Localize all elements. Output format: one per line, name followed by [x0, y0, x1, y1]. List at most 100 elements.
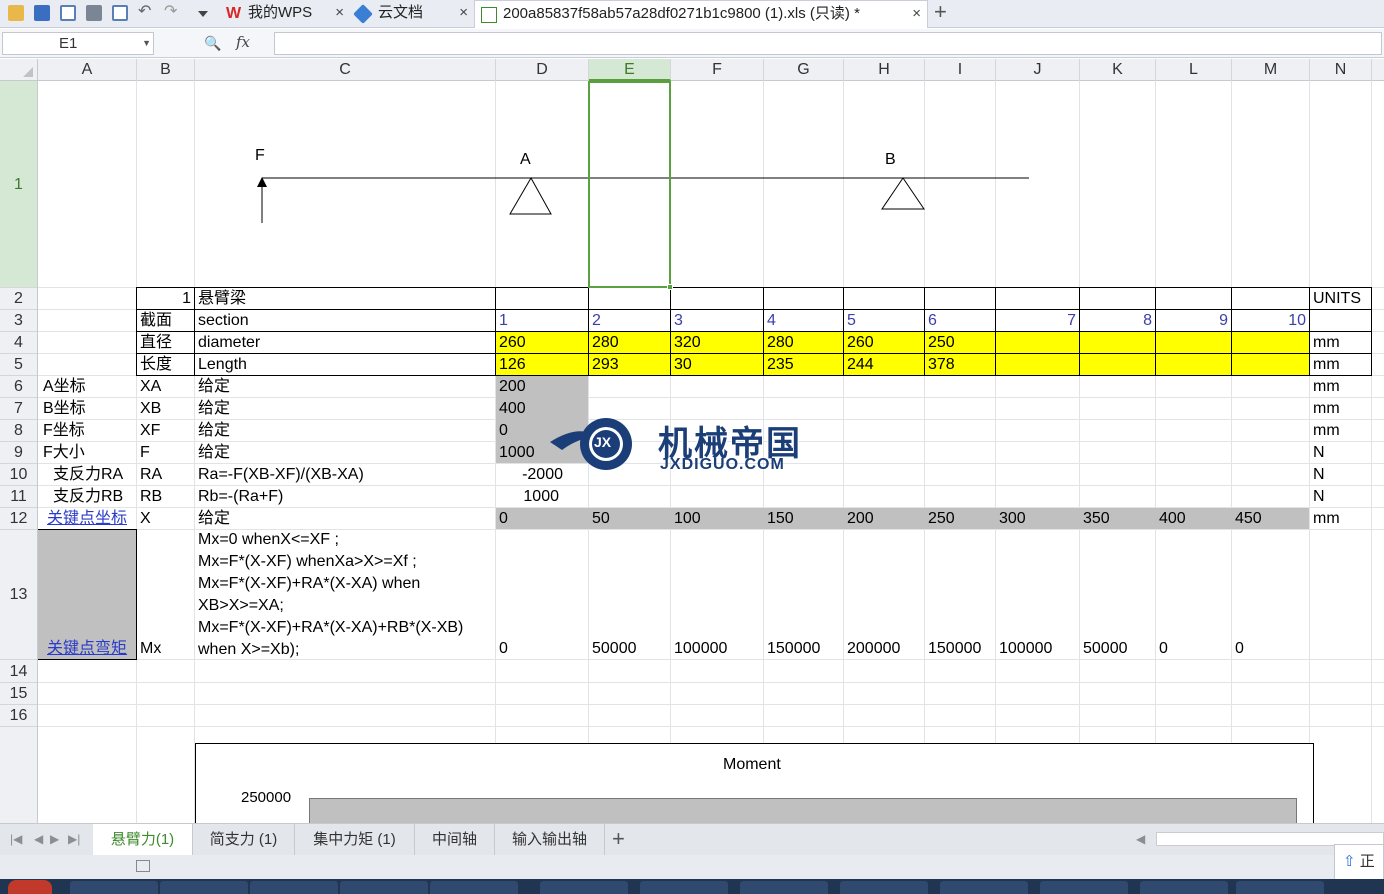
cell-d13[interactable]: 0	[496, 638, 508, 660]
column-header-j[interactable]: J	[996, 59, 1080, 81]
cell-e4[interactable]: 280	[589, 332, 619, 354]
taskbar-app[interactable]	[640, 881, 728, 894]
cell-j3[interactable]: 7	[996, 310, 1079, 332]
close-icon[interactable]: ×	[335, 0, 344, 26]
cell-f5[interactable]: 30	[671, 354, 692, 376]
scroll-left-icon[interactable]: ◀	[1136, 832, 1145, 846]
column-header-d[interactable]: D	[496, 59, 589, 81]
cell-g5[interactable]: 235	[764, 354, 794, 376]
cell-h13[interactable]: 200000	[844, 638, 900, 660]
cell-c2[interactable]: 悬臂梁	[195, 288, 246, 310]
moment-chart[interactable]: Moment 250000	[195, 743, 1314, 823]
row-header-2[interactable]: 2	[0, 288, 37, 310]
cell-b13[interactable]: Mx	[137, 638, 161, 660]
cell-a9[interactable]: F大小	[40, 442, 85, 464]
row-header-4[interactable]: 4	[0, 332, 37, 354]
taskbar-app[interactable]	[740, 881, 828, 894]
cell-d8[interactable]: 0	[496, 420, 508, 442]
cell-n8[interactable]: mm	[1310, 420, 1340, 442]
cell-e13[interactable]: 50000	[589, 638, 637, 660]
taskbar-app[interactable]	[540, 881, 628, 894]
chevron-down-icon[interactable]: ▼	[142, 33, 151, 54]
cell-n10[interactable]: N	[1310, 464, 1325, 486]
save-icon[interactable]	[34, 5, 50, 21]
cell-n9[interactable]: N	[1310, 442, 1325, 464]
row-header-3[interactable]: 3	[0, 310, 37, 332]
cell-d5[interactable]: 126	[496, 354, 526, 376]
cell-c10[interactable]: Ra=-F(XB-XF)/(XB-XA)	[195, 464, 364, 486]
cell-e3[interactable]: 2	[589, 310, 601, 332]
tab-spreadsheet[interactable]: 200a85837f58ab57a28df0271b1c9800 (1).xls…	[474, 0, 928, 28]
cell-h5[interactable]: 244	[844, 354, 874, 376]
cell-f3[interactable]: 3	[671, 310, 683, 332]
cell-a11[interactable]: 支反力RB	[50, 486, 123, 508]
close-icon[interactable]: ×	[459, 0, 468, 26]
column-header-a[interactable]: A	[38, 59, 137, 81]
cell-j13[interactable]: 100000	[996, 638, 1052, 660]
cell-m3[interactable]: 10	[1232, 310, 1309, 332]
cell-b10[interactable]: RA	[137, 464, 162, 486]
column-header-m[interactable]: M	[1232, 59, 1310, 81]
cell-n7[interactable]: mm	[1310, 398, 1340, 420]
cell-d12[interactable]: 0	[496, 508, 508, 530]
cell-h4[interactable]: 260	[844, 332, 874, 354]
cell-i12[interactable]: 250	[925, 508, 955, 530]
cell-n5[interactable]: mm	[1310, 354, 1340, 376]
cell-m12[interactable]: 450	[1232, 508, 1262, 530]
taskbar-app[interactable]	[1236, 881, 1324, 894]
row-header-11[interactable]: 11	[0, 486, 37, 508]
cell-b3[interactable]: 截面	[137, 310, 172, 332]
customize-dropdown-icon[interactable]	[198, 11, 208, 17]
column-header-e[interactable]: E	[589, 59, 671, 81]
cell-b6[interactable]: XA	[137, 376, 161, 398]
row-header-8[interactable]: 8	[0, 420, 37, 442]
cell-a7[interactable]: B坐标	[40, 398, 86, 420]
column-header-g[interactable]: G	[764, 59, 844, 81]
cell-d11[interactable]: 1000	[496, 486, 562, 508]
cell-e5[interactable]: 293	[589, 354, 619, 376]
start-button[interactable]	[8, 880, 52, 894]
tab-sheet-simple-support[interactable]: 简支力 (1)	[193, 824, 295, 855]
cell-g3[interactable]: 4	[764, 310, 776, 332]
cell-h3[interactable]: 5	[844, 310, 856, 332]
row-header-14[interactable]: 14	[0, 660, 37, 683]
cell-f4[interactable]: 320	[671, 332, 701, 354]
last-sheet-icon[interactable]: ▶|	[68, 832, 80, 846]
column-header-k[interactable]: K	[1080, 59, 1156, 81]
cell-i3[interactable]: 6	[925, 310, 937, 332]
taskbar-app[interactable]	[1040, 881, 1128, 894]
close-icon[interactable]: ×	[912, 1, 921, 27]
cell-b4[interactable]: 直径	[137, 332, 172, 354]
cell-i13[interactable]: 150000	[925, 638, 981, 660]
cell-l13[interactable]: 0	[1156, 638, 1168, 660]
cell-n2[interactable]: UNITS	[1310, 288, 1361, 310]
taskbar-app[interactable]	[250, 881, 338, 894]
cell-n12[interactable]: mm	[1310, 508, 1340, 530]
cell-c7[interactable]: 给定	[195, 398, 230, 420]
cell-c3[interactable]: section	[195, 310, 249, 332]
formula-input[interactable]	[274, 32, 1382, 55]
cell-m13[interactable]: 0	[1232, 638, 1244, 660]
row-header-9[interactable]: 9	[0, 442, 37, 464]
taskbar-app[interactable]	[340, 881, 428, 894]
cell-c9[interactable]: 给定	[195, 442, 230, 464]
row-header-5[interactable]: 5	[0, 354, 37, 376]
cell-c6[interactable]: 给定	[195, 376, 230, 398]
cell-k3[interactable]: 8	[1080, 310, 1155, 332]
cell-b12[interactable]: X	[137, 508, 151, 530]
zoom-search-icon[interactable]: 🔍	[204, 35, 221, 52]
taskbar-app[interactable]	[940, 881, 1028, 894]
cell-b2[interactable]: 1	[137, 288, 194, 310]
row-header-7[interactable]: 7	[0, 398, 37, 420]
taskbar-app[interactable]	[70, 881, 158, 894]
name-box[interactable]: E1 ▼	[2, 32, 154, 55]
cell-d3[interactable]: 1	[496, 310, 508, 332]
cell-a8[interactable]: F坐标	[40, 420, 85, 442]
row-header-1[interactable]: 1	[0, 81, 37, 288]
cell-n4[interactable]: mm	[1310, 332, 1340, 354]
cell-a13[interactable]: 关键点弯矩	[44, 638, 127, 660]
cell-d6[interactable]: 200	[496, 376, 526, 398]
taskbar-app[interactable]	[1140, 881, 1228, 894]
cell-g13[interactable]: 150000	[764, 638, 820, 660]
cell-d9[interactable]: 1000	[496, 442, 535, 464]
